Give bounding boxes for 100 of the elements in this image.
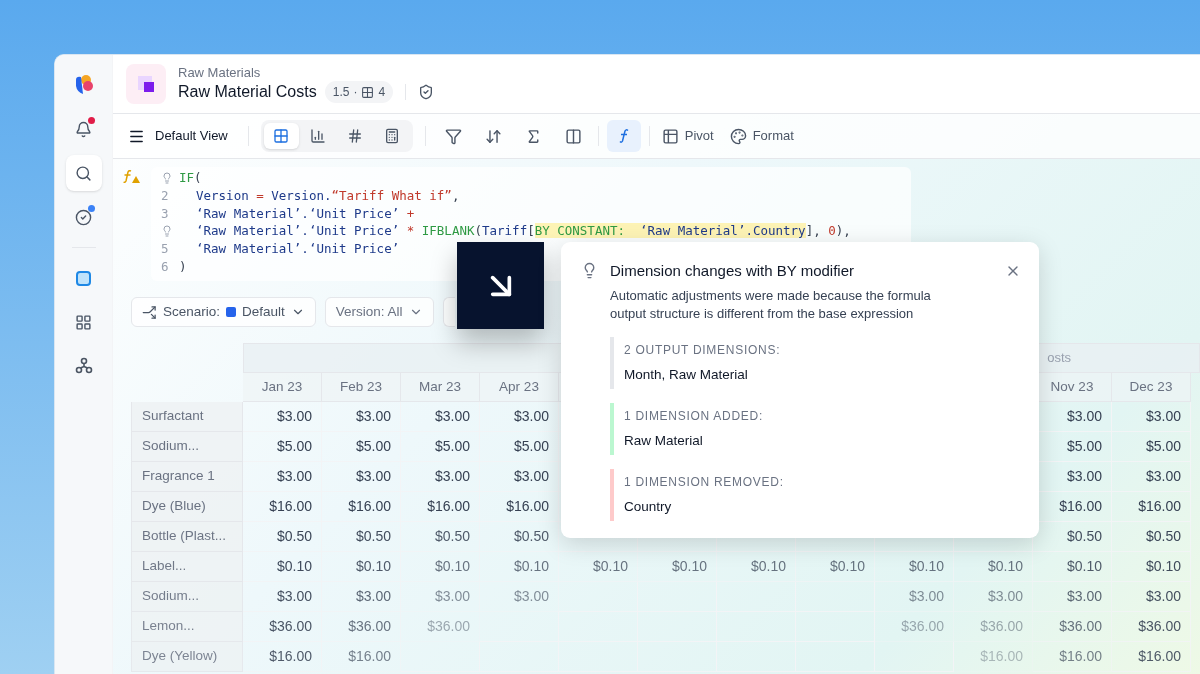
table-cell: $0.10: [243, 552, 322, 582]
table-cell: $0.10: [1033, 552, 1112, 582]
logo-icon: [73, 74, 94, 96]
table-cell: $3.00: [875, 582, 954, 612]
table-cell: $3.00: [480, 582, 559, 612]
toolbar-button[interactable]: Pivot: [657, 120, 718, 152]
code-line: ‘Raw Material’.‘Unit Price’: [195, 240, 400, 258]
view-mode-tab[interactable]: [263, 123, 299, 149]
column-header: Feb 23: [322, 373, 401, 402]
search-icon: [75, 164, 92, 182]
table-cell: $0.10: [954, 552, 1033, 582]
table-cell: $36.00: [954, 612, 1033, 642]
line-number: 3: [161, 204, 169, 223]
table-cell: $0.50: [322, 522, 401, 552]
sheet-icon: [126, 64, 166, 104]
table-cell: $5.00: [322, 432, 401, 462]
function-icon: [617, 128, 630, 144]
sort-icon: [485, 127, 503, 145]
table-cell: $3.00: [1033, 582, 1112, 612]
table-cell: $3.00: [401, 582, 480, 612]
table-cell: $36.00: [401, 612, 480, 642]
table-cell: $3.00: [322, 402, 401, 432]
table-cell: $36.00: [322, 612, 401, 642]
table-cell: $16.00: [1112, 492, 1191, 522]
lightbulb-icon[interactable]: [161, 171, 173, 184]
table-cell: $0.10: [559, 552, 638, 582]
popup-description: Automatic adjustments were made because the formula output structure is different from the base expression: [610, 286, 932, 323]
column-header: Mar 23: [401, 373, 480, 402]
scenario-dropdown[interactable]: Scenario: Default: [131, 297, 316, 327]
version-dropdown[interactable]: Version: All: [324, 297, 434, 327]
table-cell: $3.00: [954, 582, 1033, 612]
scenario-value: Default: [242, 302, 285, 321]
palette-icon: [729, 127, 747, 145]
table-cell: $3.00: [1112, 582, 1191, 612]
version-pill: 1.5 · 4: [324, 81, 394, 103]
table-cell: $0.10: [401, 552, 480, 582]
filter-icon: [445, 127, 463, 145]
table-cell: $0.50: [1112, 522, 1191, 552]
table-cell: $0.10: [717, 552, 796, 582]
breadcrumb[interactable]: Raw Materials: [178, 65, 435, 81]
section-value: Month, Raw Material: [624, 365, 749, 384]
section-label: 1 DIMENSION ADDED:: [624, 407, 763, 425]
table-cell: $5.00: [401, 432, 480, 462]
nodes-icon: [74, 357, 93, 375]
table-cell: $36.00: [875, 612, 954, 642]
row-header: Lemon...: [131, 612, 243, 642]
calculator-icon: [384, 128, 401, 144]
table-cell: $3.00: [1112, 462, 1191, 492]
bar-chart-icon: [310, 128, 327, 144]
sidebar-button[interactable]: [65, 155, 102, 191]
section-label: 2 OUTPUT DIMENSIONS:: [624, 341, 781, 359]
row-header: Label...: [131, 552, 243, 582]
code-line: IF(: [179, 169, 202, 187]
popup-title: Dimension changes with BY modifier: [610, 261, 854, 281]
table-cell: $3.00: [401, 402, 480, 432]
table-cell: $3.00: [243, 462, 322, 492]
section-label: 1 DIMENSION REMOVED:: [624, 474, 784, 491]
table-cell: $36.00: [1033, 612, 1112, 642]
toolbar-button[interactable]: Format: [725, 120, 798, 152]
table-cell: $16.00: [954, 642, 1033, 672]
table-cell: $3.00: [322, 582, 401, 612]
table-cell: $36.00: [1112, 612, 1191, 642]
table-cell: $16.00: [401, 492, 480, 522]
formula-button[interactable]: [606, 120, 641, 152]
group-header-text: osts: [1047, 349, 1071, 368]
line-number: 5: [161, 240, 169, 258]
table-cell: $3.00: [243, 582, 322, 612]
line-number: 2: [161, 186, 169, 205]
table-cell: $5.00: [243, 432, 322, 462]
table-cell: $5.00: [480, 432, 559, 462]
table-cell: $3.00: [1112, 402, 1191, 432]
check-circle-icon: [75, 208, 92, 226]
table-cell: $0.10: [875, 552, 954, 582]
lightbulb-icon[interactable]: [161, 225, 173, 238]
table-cell: $3.00: [401, 462, 480, 492]
sheet-title: Raw Material Costs: [178, 82, 317, 102]
column-header: Dec 23: [1112, 373, 1191, 402]
table-cell: $0.10: [638, 552, 717, 582]
columns-icon: [565, 127, 583, 145]
section-value: Country: [624, 498, 673, 516]
shield-check-icon[interactable]: [418, 84, 435, 100]
row-header: Sodium...: [131, 432, 243, 462]
table-cell: $3.00: [480, 462, 559, 492]
pivot-icon: [661, 127, 679, 145]
table-cell: $0.50: [243, 522, 322, 552]
table-cell: $3.00: [480, 402, 559, 432]
table-cell: $0.50: [401, 522, 480, 552]
hash-icon: [347, 128, 364, 144]
table-cell: $0.10: [796, 552, 875, 582]
view-menu-button[interactable]: Default View: [128, 126, 236, 146]
table-cell: $3.00: [322, 462, 401, 492]
table-cell: $0.10: [322, 552, 401, 582]
table-cell: $16.00: [243, 642, 322, 672]
table-cell: $36.00: [243, 612, 322, 642]
code-line: Version = Version.“Tariff What if”,: [195, 186, 460, 205]
row-header: Fragrance 1: [131, 462, 243, 492]
table-cell: $16.00: [322, 642, 401, 672]
row-header: Dye (Yellow): [131, 642, 243, 672]
table-cell: $5.00: [1112, 432, 1191, 462]
table-cell: $16.00: [1033, 642, 1112, 672]
